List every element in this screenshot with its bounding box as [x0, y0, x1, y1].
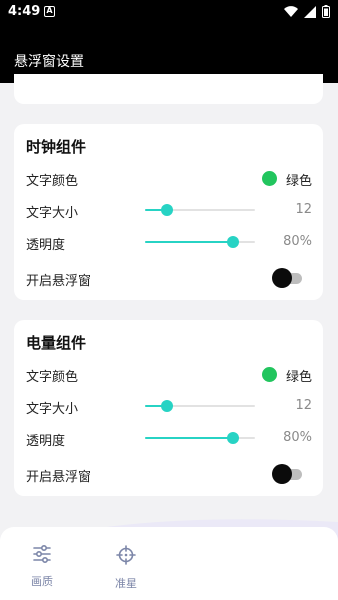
opacity-label: 透明度 — [26, 434, 66, 449]
text-size-value: 12 — [295, 398, 312, 413]
float-window-toggle[interactable] — [272, 268, 302, 288]
color-swatch[interactable] — [262, 367, 277, 382]
text-color-label: 文字颜色 — [26, 174, 79, 189]
nav-item-crosshair[interactable]: 准星 — [96, 545, 156, 591]
text-size-slider[interactable] — [145, 203, 255, 217]
previous-card — [14, 74, 323, 104]
clock-widget-card: 时钟组件 文字颜色 绿色 文字大小 12 透明度 80% 开启悬浮窗 — [14, 124, 323, 300]
page-title: 悬浮窗设置 — [14, 54, 84, 70]
nav-item-quality[interactable]: 画质 — [12, 544, 72, 589]
opacity-label: 透明度 — [26, 238, 66, 253]
text-size-label: 文字大小 — [26, 206, 79, 221]
text-color-value[interactable]: 绿色 — [286, 366, 312, 385]
color-swatch[interactable] — [262, 171, 277, 186]
crosshair-icon — [116, 545, 136, 565]
sliders-icon — [33, 544, 51, 564]
slider-thumb[interactable] — [227, 236, 239, 248]
wifi-icon — [284, 5, 298, 17]
slider-thumb[interactable] — [161, 400, 173, 412]
text-color-label: 文字颜色 — [26, 370, 79, 385]
nav-label-crosshair: 准星 — [115, 577, 137, 590]
battery-widget-card: 电量组件 文字颜色 绿色 文字大小 12 透明度 80% 开启悬浮窗 — [14, 320, 323, 496]
status-bar: 4:49 A — [0, 0, 338, 24]
signal-icon — [304, 5, 316, 18]
slider-thumb[interactable] — [161, 204, 173, 216]
text-size-slider[interactable] — [145, 399, 255, 413]
notification-icon: A — [44, 6, 55, 17]
opacity-value: 80% — [283, 430, 312, 445]
battery-icon — [322, 5, 330, 18]
text-size-label: 文字大小 — [26, 402, 79, 417]
float-window-toggle[interactable] — [272, 464, 302, 484]
opacity-value: 80% — [283, 234, 312, 249]
opacity-slider[interactable] — [145, 235, 255, 249]
float-window-label: 开启悬浮窗 — [26, 274, 92, 289]
slider-thumb[interactable] — [227, 432, 239, 444]
status-time: 4:49 — [8, 4, 41, 19]
card-title: 时钟组件 — [26, 138, 87, 156]
text-color-value[interactable]: 绿色 — [286, 170, 312, 189]
nav-label-quality: 画质 — [31, 575, 53, 588]
bottom-nav: 画质 准星 — [0, 527, 338, 600]
float-window-label: 开启悬浮窗 — [26, 470, 92, 485]
opacity-slider[interactable] — [145, 431, 255, 445]
text-size-value: 12 — [295, 202, 312, 217]
card-title: 电量组件 — [26, 334, 87, 352]
